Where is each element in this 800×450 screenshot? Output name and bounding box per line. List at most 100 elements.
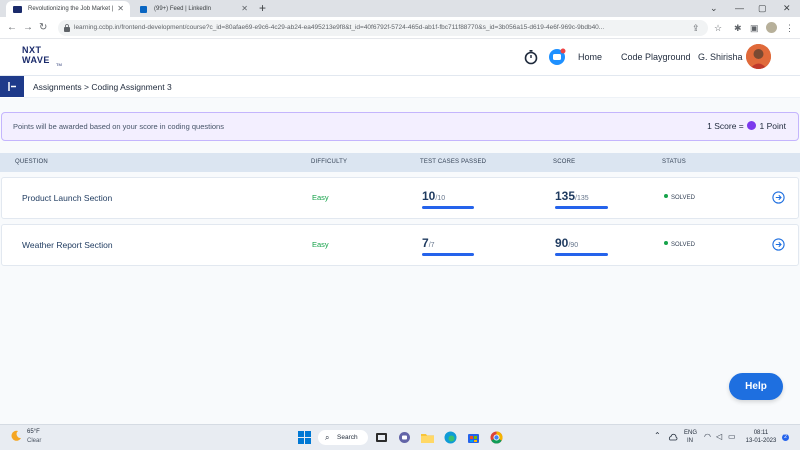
help-button[interactable]: Help <box>729 373 783 400</box>
nav-home[interactable]: Home <box>578 39 602 76</box>
user-photo-icon <box>746 44 771 69</box>
nav-code-playground[interactable]: Code Playground <box>621 39 691 76</box>
chrome-icon[interactable] <box>490 431 503 444</box>
close-tab-icon[interactable]: ✕ <box>117 1 124 17</box>
forward-icon[interactable]: → <box>23 17 33 39</box>
logo-line2: WAVE <box>22 55 50 65</box>
score-left-text: 1 Score = <box>707 121 744 131</box>
status-text: SOLVED <box>671 195 695 201</box>
file-explorer-icon[interactable] <box>421 431 434 444</box>
wifi-icon[interactable]: ◠ <box>704 432 711 441</box>
header-difficulty: DIFFICULTY <box>311 159 348 165</box>
notification-badge[interactable]: 2 <box>782 434 789 441</box>
chevron-down-icon[interactable]: ⌄ <box>710 0 718 16</box>
score-max: /135 <box>575 195 589 202</box>
language-eng[interactable]: ENG <box>684 430 697 436</box>
taskbar: 65°F Clear ⌕ Search ⌃ ENG IN ◠ ◁ ▭ 08:11… <box>0 424 800 450</box>
tab-nxtwave[interactable]: Revolutionizing the Job Market | ✕ <box>6 1 130 17</box>
total-count: /10 <box>435 195 446 202</box>
tab-linkedin[interactable]: (99+) Feed | LinkedIn ✕ <box>132 1 254 17</box>
edge-icon[interactable] <box>444 431 457 444</box>
stopwatch-icon[interactable] <box>522 48 540 66</box>
search-label: Search <box>337 434 358 441</box>
score-progress-bar <box>555 206 608 209</box>
sidebar-toggle-button[interactable] <box>0 76 24 97</box>
store-icon[interactable] <box>467 431 480 444</box>
browser-toolbar: ← → ↻ learning.ccbp.in/frontend-developm… <box>0 17 800 39</box>
score-conversion: 1 Score = 1 Point <box>707 113 786 140</box>
browser-menu-icon[interactable]: ⋮ <box>785 17 794 39</box>
close-window-icon[interactable]: ✕ <box>783 0 791 16</box>
back-icon[interactable]: ← <box>7 17 17 39</box>
extensions-icon[interactable]: ✱ <box>734 17 742 39</box>
browser-profile-avatar[interactable] <box>766 22 777 33</box>
test-cases-progress-bar <box>422 253 474 256</box>
address-bar[interactable]: learning.ccbp.in/frontend-development/co… <box>58 20 708 36</box>
header-question: QUESTION <box>15 159 48 165</box>
passed-count: 7 <box>422 236 429 250</box>
score-value: 135/135 <box>555 187 589 205</box>
linkedin-favicon-icon <box>140 6 147 13</box>
status-dot-icon <box>664 194 668 198</box>
difficulty-label: Easy <box>312 193 329 202</box>
passed-count: 10 <box>422 189 436 203</box>
search-icon: ⌕ <box>325 433 330 442</box>
coin-icon <box>747 121 757 130</box>
chat-icon[interactable] <box>548 48 566 66</box>
breadcrumb[interactable]: Assignments > Coding Assignment 3 <box>33 76 172 98</box>
maximize-icon[interactable]: ▢ <box>758 0 767 16</box>
avatar[interactable] <box>746 44 771 69</box>
logo-line1: NXT <box>22 45 42 55</box>
table-header: QUESTION DIFFICULTY TEST CASES PASSED SC… <box>0 153 800 172</box>
sidebar-expand-icon <box>8 82 16 91</box>
screen: Revolutionizing the Job Market | ✕ (99+)… <box>0 0 800 450</box>
test-cases-progress-bar <box>422 206 474 209</box>
tab-title: Revolutionizing the Job Market | <box>28 6 114 12</box>
moon-weather-icon[interactable] <box>10 430 22 442</box>
status-badge: SOLVED <box>664 178 695 218</box>
weather-condition: Clear <box>27 438 42 444</box>
volume-icon[interactable]: ◁ <box>716 432 722 441</box>
score-right-text: 1 Point <box>759 121 786 131</box>
header-status: STATUS <box>662 159 686 165</box>
taskbar-search[interactable]: ⌕ Search <box>318 430 368 445</box>
chevron-up-icon[interactable]: ⌃ <box>654 431 661 440</box>
app-header: NXT WAVE TM Home Code Playground G. Shir… <box>0 39 800 76</box>
arrow-right-circle-icon[interactable] <box>772 191 785 204</box>
reload-icon[interactable]: ↻ <box>39 17 47 39</box>
nxtwave-favicon-icon <box>13 6 22 13</box>
close-tab-icon[interactable]: ✕ <box>241 1 248 17</box>
side-panel-icon[interactable]: ▣ <box>750 17 759 39</box>
arrow-right-circle-icon[interactable] <box>772 238 785 251</box>
battery-icon[interactable]: ▭ <box>728 432 736 441</box>
url-text: learning.ccbp.in/frontend-development/co… <box>74 24 605 31</box>
teams-chat-icon[interactable] <box>398 431 411 444</box>
question-title[interactable]: Product Launch Section <box>22 178 112 218</box>
task-view-icon[interactable] <box>375 431 388 444</box>
weather-temp: 65°F <box>27 429 40 435</box>
share-icon[interactable]: ⇪ <box>692 17 700 39</box>
table-row[interactable]: Weather Report Section Easy 7/7 90/90 SO… <box>1 224 799 266</box>
browser-tab-strip: Revolutionizing the Job Market | ✕ (99+)… <box>0 0 800 17</box>
status-badge: SOLVED <box>664 225 695 265</box>
logo-tm: TM <box>56 62 62 67</box>
nxtwave-logo[interactable]: NXT WAVE TM <box>22 45 66 71</box>
score-max: /90 <box>568 242 579 249</box>
bookmark-star-icon[interactable]: ☆ <box>714 17 722 39</box>
user-name[interactable]: G. Shirisha <box>698 39 743 76</box>
score-progress-bar <box>555 253 608 256</box>
header-score: SCORE <box>553 159 576 165</box>
table-row[interactable]: Product Launch Section Easy 10/10 135/13… <box>1 177 799 219</box>
test-cases-value: 10/10 <box>422 187 445 205</box>
score-count: 90 <box>555 236 569 250</box>
new-tab-icon[interactable]: + <box>259 0 266 16</box>
language-region[interactable]: IN <box>687 438 693 444</box>
lock-icon <box>64 24 70 32</box>
question-title[interactable]: Weather Report Section <box>22 225 113 265</box>
windows-start-icon[interactable] <box>298 431 311 444</box>
total-count: /7 <box>428 242 435 249</box>
points-info-banner: Points will be awarded based on your sco… <box>1 112 799 141</box>
minimize-icon[interactable]: — <box>735 0 744 16</box>
clock[interactable]: 08:11 13-01-2023 <box>744 429 778 445</box>
cloud-icon[interactable] <box>668 433 678 443</box>
